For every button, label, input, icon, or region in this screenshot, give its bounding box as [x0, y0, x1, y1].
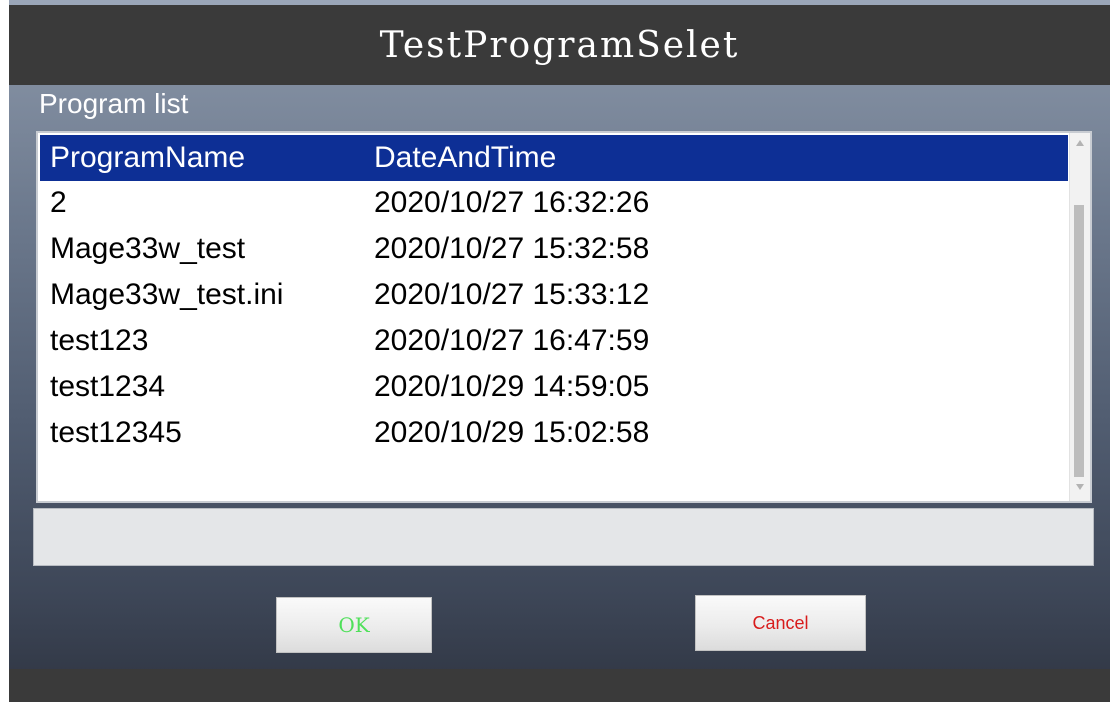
dialog-title: TestProgramSelet: [379, 24, 740, 66]
vertical-scrollbar[interactable]: [1069, 133, 1090, 501]
ok-button-label: OK: [338, 613, 370, 637]
program-list[interactable]: ProgramName DateAndTime 2 2020/10/27 16:…: [36, 131, 1092, 503]
list-item[interactable]: test1234 2020/10/29 14:59:05: [40, 365, 1068, 409]
cancel-button-label: Cancel: [752, 612, 809, 633]
program-list-label: Program list: [39, 88, 189, 119]
column-header-program-name[interactable]: ProgramName: [50, 141, 245, 175]
program-name-cell: 2: [50, 186, 67, 219]
bottom-bar: [9, 669, 1110, 702]
scrollbar-thumb[interactable]: [1074, 205, 1084, 477]
program-date-cell: 2020/10/27 15:32:58: [374, 232, 650, 265]
list-item[interactable]: test12345 2020/10/29 15:02:58: [40, 411, 1068, 455]
program-name-cell: test1234: [50, 370, 166, 403]
program-date-cell: 2020/10/27 16:47:59: [374, 324, 650, 357]
list-item[interactable]: Mage33w_test 2020/10/27 15:32:58: [40, 227, 1068, 271]
program-list-viewport: ProgramName DateAndTime 2 2020/10/27 16:…: [40, 135, 1070, 501]
list-header-row[interactable]: ProgramName DateAndTime: [40, 135, 1068, 181]
ok-button[interactable]: OK: [276, 597, 432, 653]
program-date-cell: 2020/10/29 15:02:58: [374, 416, 650, 449]
title-bar: TestProgramSelet: [9, 5, 1110, 85]
program-name-cell: test123: [50, 324, 149, 357]
program-name-cell: Mage33w_test: [50, 232, 246, 265]
column-header-date-and-time[interactable]: DateAndTime: [374, 141, 556, 175]
list-item[interactable]: test123 2020/10/27 16:47:59: [40, 319, 1068, 363]
program-name-cell: Mage33w_test.ini: [50, 278, 284, 311]
scroll-up-icon[interactable]: [1070, 135, 1090, 155]
program-name-cell: test12345: [50, 416, 182, 449]
scroll-down-icon[interactable]: [1070, 479, 1090, 499]
program-date-cell: 2020/10/29 14:59:05: [374, 370, 650, 403]
program-date-cell: 2020/10/27 16:32:26: [374, 186, 650, 219]
cancel-button[interactable]: Cancel: [695, 595, 866, 651]
list-item[interactable]: Mage33w_test.ini 2020/10/27 15:33:12: [40, 273, 1068, 317]
program-select-dialog: TestProgramSelet Program list ProgramNam…: [9, 0, 1110, 702]
selected-program-field[interactable]: [33, 508, 1094, 566]
program-date-cell: 2020/10/27 15:33:12: [374, 278, 650, 311]
list-item[interactable]: 2 2020/10/27 16:32:26: [40, 181, 1068, 225]
